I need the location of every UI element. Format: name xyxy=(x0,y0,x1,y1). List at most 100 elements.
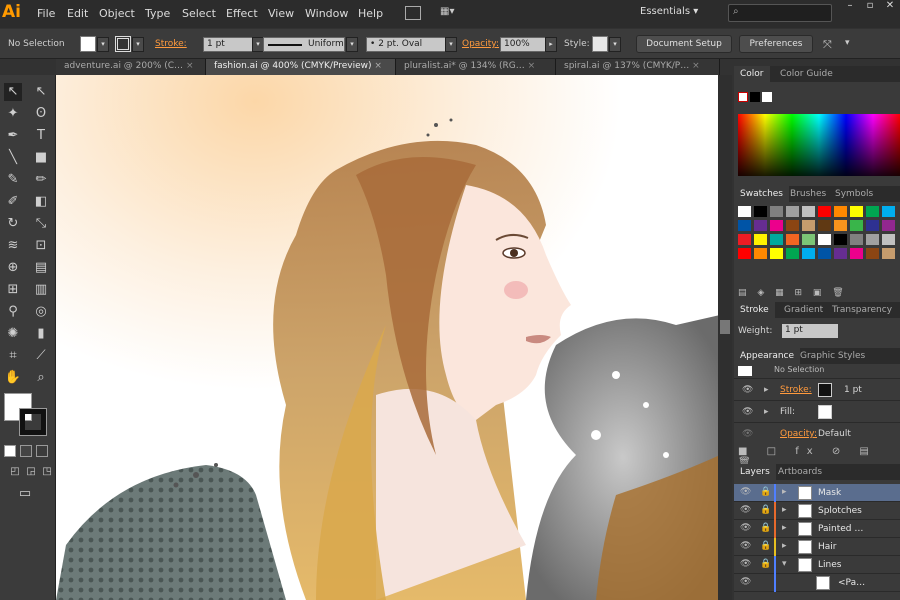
color-spectrum[interactable] xyxy=(738,114,900,176)
swatch-chip[interactable] xyxy=(802,248,815,259)
white-color-chip[interactable] xyxy=(762,92,772,102)
menu-help[interactable]: Help xyxy=(358,7,383,20)
zoom-tool-icon[interactable]: ⌕ xyxy=(32,369,50,387)
swatch-chip[interactable] xyxy=(802,206,815,217)
tab-appearance[interactable]: Appearance xyxy=(734,348,801,364)
swatch-chip[interactable] xyxy=(770,220,783,231)
appearance-opacity-row[interactable]: 👁 Opacity: Default xyxy=(734,422,900,444)
tab-layers[interactable]: Layers xyxy=(734,464,776,480)
rectangle-tool-icon[interactable]: ■ xyxy=(32,149,50,167)
close-icon[interactable]: ✕ xyxy=(880,0,900,12)
tab-fashion[interactable]: fashion.ai @ 400% (CMYK/Preview) × xyxy=(206,59,396,75)
layer-row[interactable]: 👁 <Pa… xyxy=(734,574,900,592)
blob-brush-tool-icon[interactable]: ✐ xyxy=(4,193,22,211)
hand-tool-icon[interactable]: ✋ xyxy=(4,369,22,387)
expand-arrow-icon[interactable]: ▸ xyxy=(782,487,787,497)
visibility-eye-icon[interactable]: 👁 xyxy=(740,523,751,533)
swatch-chip[interactable] xyxy=(786,220,799,231)
appearance-stroke-swatch[interactable] xyxy=(818,383,832,397)
scale-tool-icon[interactable]: ⤡ xyxy=(32,215,50,233)
menu-file[interactable]: File xyxy=(37,7,55,20)
warp-tool-icon[interactable]: ≋ xyxy=(4,237,22,255)
swatch-chip[interactable] xyxy=(850,206,863,217)
swatch-chip[interactable] xyxy=(738,220,751,231)
free-transform-tool-icon[interactable]: ⊡ xyxy=(32,237,50,255)
swatch-chip[interactable] xyxy=(754,234,767,245)
swatch-chip[interactable] xyxy=(738,248,751,259)
layer-row[interactable]: 👁 🔒 ▸ Hair xyxy=(734,538,900,556)
tab-transparency[interactable]: Transparency xyxy=(826,302,898,318)
swatch-chip[interactable] xyxy=(834,234,847,245)
opacity-label[interactable]: Opacity: xyxy=(462,39,499,49)
graphic-style-swatch[interactable] xyxy=(592,36,608,52)
stroke-label[interactable]: Stroke: xyxy=(155,39,187,49)
fill-swatch[interactable] xyxy=(80,36,96,52)
swatch-chip[interactable] xyxy=(850,234,863,245)
swatch-chip[interactable] xyxy=(882,234,895,245)
visibility-eye-icon[interactable]: 👁 xyxy=(742,407,753,417)
help-search-input[interactable]: ⌕ xyxy=(728,4,832,22)
layer-name[interactable]: Lines xyxy=(818,560,841,570)
visibility-eye-icon[interactable]: 👁 xyxy=(740,559,751,569)
lock-icon[interactable]: 🔒 xyxy=(760,559,771,569)
tab-color-guide[interactable]: Color Guide xyxy=(774,66,839,82)
layer-name[interactable]: Splotches xyxy=(818,506,862,516)
layer-row[interactable]: 👁 🔒 ▾ Lines xyxy=(734,556,900,574)
paintbrush-tool-icon[interactable]: ✎ xyxy=(4,171,22,189)
tab-pluralist[interactable]: pluralist.ai* @ 134% (RG… × xyxy=(396,59,556,75)
swatch-chip[interactable] xyxy=(866,206,879,217)
layer-name[interactable]: Mask xyxy=(818,488,841,498)
direct-selection-tool-icon[interactable]: ↖ xyxy=(32,83,50,101)
document-setup-button[interactable]: Document Setup xyxy=(636,35,732,53)
stroke-dropdown[interactable]: ▾ xyxy=(132,37,144,52)
weight-field[interactable]: 1 pt xyxy=(782,324,838,338)
none-mode-icon[interactable] xyxy=(36,445,48,457)
swatch-chip[interactable] xyxy=(738,206,751,217)
stroke-swatch[interactable] xyxy=(115,36,131,52)
menu-select[interactable]: Select xyxy=(182,7,216,20)
swatch-chip[interactable] xyxy=(850,220,863,231)
visibility-eye-icon[interactable]: 👁 xyxy=(740,577,751,587)
gradient-tool-icon[interactable]: ▥ xyxy=(32,281,50,299)
swatch-chip[interactable] xyxy=(866,248,879,259)
swatch-chip[interactable] xyxy=(754,206,767,217)
menu-type[interactable]: Type xyxy=(145,7,170,20)
lasso-tool-icon[interactable]: ʘ xyxy=(32,105,50,123)
expand-arrow-icon[interactable]: ▸ xyxy=(764,385,769,395)
swatch-panel-buttons[interactable]: ▤ ◈ ▦ ⊞ ▣ 🗑 xyxy=(738,288,898,300)
swatch-chip[interactable] xyxy=(866,220,879,231)
expand-arrow-icon[interactable]: ▸ xyxy=(782,523,787,533)
expand-arrow-icon[interactable]: ▸ xyxy=(782,505,787,515)
swatch-chip[interactable] xyxy=(754,220,767,231)
draw-inside-icon[interactable]: ◳ xyxy=(38,463,56,481)
none-color-icon[interactable] xyxy=(738,92,748,102)
tab-adventure[interactable]: adventure.ai @ 200% (C… × xyxy=(56,59,206,75)
swatch-chip[interactable] xyxy=(818,206,831,217)
pencil-tool-icon[interactable]: ✏ xyxy=(32,171,50,189)
mesh-tool-icon[interactable]: ⊞ xyxy=(4,281,22,299)
visibility-eye-icon[interactable]: 👁 xyxy=(740,505,751,515)
lock-icon[interactable]: 🔒 xyxy=(760,541,771,551)
swatch-chip[interactable] xyxy=(786,206,799,217)
expand-arrow-icon[interactable]: ▸ xyxy=(782,541,787,551)
swatch-grid[interactable] xyxy=(738,206,900,286)
tab-swatches[interactable]: Swatches xyxy=(734,186,789,202)
perspective-grid-tool-icon[interactable]: ▤ xyxy=(32,259,50,277)
visibility-eye-icon[interactable]: 👁 xyxy=(742,385,753,395)
stroke-weight-field[interactable]: 1 pt xyxy=(203,37,253,52)
swatch-chip[interactable] xyxy=(818,220,831,231)
graphic-style-dropdown[interactable]: ▾ xyxy=(609,37,621,52)
artboard-tool-icon[interactable]: ⌗ xyxy=(4,347,22,365)
appearance-fill-swatch[interactable] xyxy=(818,405,832,419)
opacity-field[interactable]: 100% xyxy=(500,37,546,52)
appearance-fill-row[interactable]: 👁 ▸ Fill: xyxy=(734,400,900,422)
layer-row[interactable]: 👁 🔒 ▸ Mask xyxy=(734,484,900,502)
fill-dropdown[interactable]: ▾ xyxy=(97,37,109,52)
pen-tool-icon[interactable]: ✒ xyxy=(4,127,22,145)
swatch-chip[interactable] xyxy=(834,220,847,231)
artboard-canvas[interactable] xyxy=(56,75,720,600)
tab-brushes[interactable]: Brushes xyxy=(784,186,832,202)
type-tool-icon[interactable]: T xyxy=(32,127,50,145)
tab-graphic-styles[interactable]: Graphic Styles xyxy=(794,348,871,364)
appearance-opacity-label[interactable]: Opacity: xyxy=(780,429,817,439)
